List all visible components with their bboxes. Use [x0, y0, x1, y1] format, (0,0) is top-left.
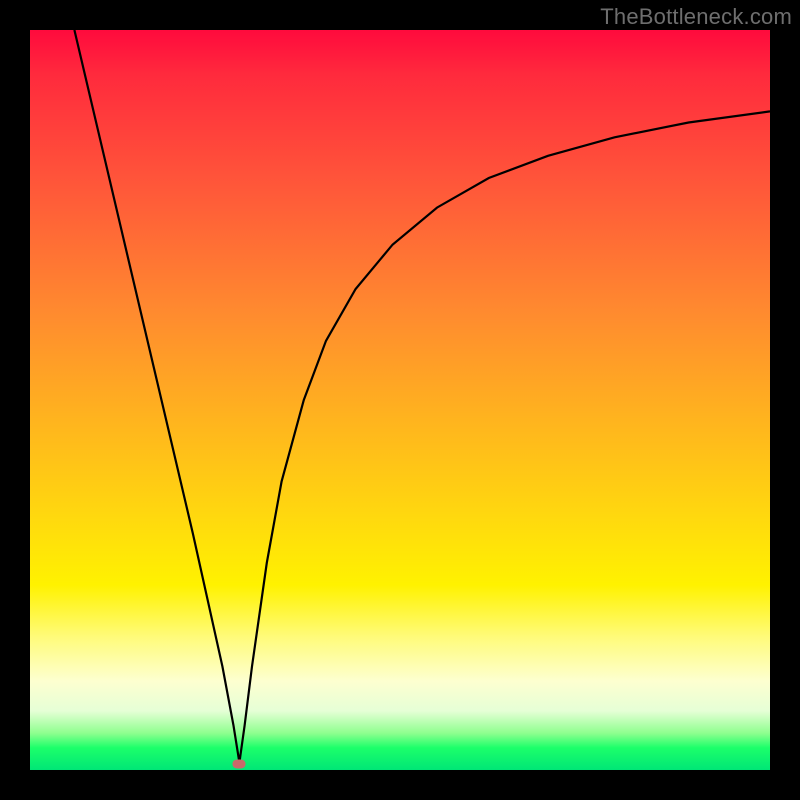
watermark-text: TheBottleneck.com	[600, 4, 792, 30]
minimum-marker	[233, 760, 246, 769]
curve-path	[74, 30, 770, 763]
chart-frame: TheBottleneck.com	[0, 0, 800, 800]
plot-area	[30, 30, 770, 770]
bottleneck-curve	[30, 30, 770, 770]
